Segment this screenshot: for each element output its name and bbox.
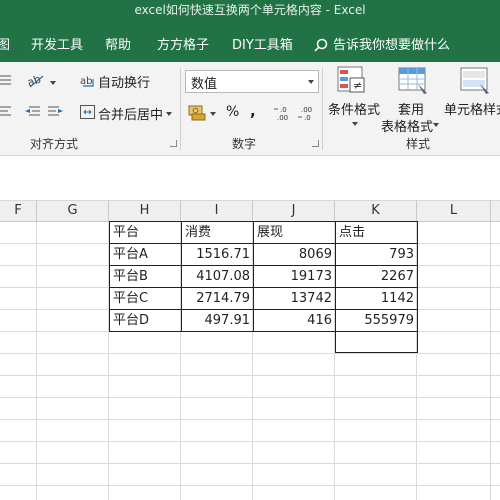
tab-fangfang[interactable]: 方方格子 bbox=[157, 34, 209, 53]
ribbon: ab ab 自动换行 合并后居中 对齐方式 数值 % , .0.00 .00.0… bbox=[0, 62, 500, 156]
table-cell[interactable]: 平台C bbox=[109, 287, 182, 310]
increase-indent-icon[interactable] bbox=[48, 105, 64, 119]
alignment-launcher-icon[interactable] bbox=[170, 140, 177, 147]
tab-help[interactable]: 帮助 bbox=[105, 34, 131, 53]
table-cell[interactable]: 793 bbox=[335, 243, 418, 266]
table-header-cell[interactable]: 平台 bbox=[109, 221, 182, 244]
merge-center-icon[interactable] bbox=[80, 105, 95, 119]
title-bar: excel如何快速互换两个单元格内容 - Excel bbox=[0, 0, 500, 22]
comma-style-button[interactable]: , bbox=[250, 102, 256, 120]
tell-me-search[interactable]: 告诉我你想要做什么 bbox=[314, 34, 450, 53]
svg-text:≠: ≠ bbox=[353, 79, 362, 92]
column-header-l[interactable]: L bbox=[417, 200, 491, 222]
wrap-text-icon[interactable]: ab bbox=[80, 73, 96, 88]
chevron-down-icon bbox=[308, 80, 314, 84]
tab-diy-toolbox[interactable]: DIY工具箱 bbox=[232, 34, 293, 53]
tab-view[interactable]: 图 bbox=[0, 34, 10, 53]
empty-bordered-cell[interactable] bbox=[335, 331, 418, 353]
table-header-cell[interactable]: 消费 bbox=[181, 221, 254, 244]
conditional-formatting-icon[interactable]: ≠ bbox=[337, 66, 369, 96]
table-cell[interactable]: 13742 bbox=[253, 287, 336, 310]
table-cell[interactable]: 平台D bbox=[109, 309, 182, 332]
format-as-table-label-2[interactable]: 表格格式 bbox=[381, 116, 433, 135]
table-cell[interactable]: 555979 bbox=[335, 309, 418, 332]
align-left-icon[interactable] bbox=[0, 105, 12, 119]
number-launcher-icon[interactable] bbox=[312, 140, 319, 147]
column-header-g[interactable]: G bbox=[37, 200, 109, 222]
svg-text:.00: .00 bbox=[277, 114, 288, 121]
group-divider bbox=[322, 68, 323, 150]
conditional-formatting-button[interactable]: 条件格式 bbox=[328, 99, 380, 118]
column-header-j[interactable]: J bbox=[253, 200, 335, 222]
orientation-icon[interactable]: ab bbox=[25, 71, 47, 89]
tab-developer[interactable]: 开发工具 bbox=[31, 34, 83, 53]
window-title: excel如何快速互换两个单元格内容 - Excel bbox=[134, 3, 366, 17]
table-cell[interactable]: 19173 bbox=[253, 265, 336, 288]
merge-dropdown-icon[interactable] bbox=[166, 112, 172, 116]
grid-line bbox=[490, 222, 491, 500]
decrease-decimal-icon[interactable]: .00.0 bbox=[298, 105, 318, 122]
accounting-dropdown-icon[interactable] bbox=[210, 112, 216, 116]
percent-style-button[interactable]: % bbox=[226, 104, 239, 120]
table-header-cell[interactable]: 展现 bbox=[253, 221, 336, 244]
table-header-cell[interactable]: 点击 bbox=[335, 221, 418, 244]
styles-group-label: 样式 bbox=[406, 137, 431, 151]
column-header-k[interactable]: K bbox=[335, 200, 417, 222]
cell-styles-button[interactable]: 单元格样式 bbox=[444, 99, 500, 118]
increase-decimal-icon[interactable]: .0.00 bbox=[274, 105, 294, 122]
decrease-indent-icon[interactable] bbox=[24, 105, 40, 119]
svg-text:.0: .0 bbox=[280, 106, 287, 114]
align-lines-icon[interactable] bbox=[0, 74, 12, 86]
table-cell[interactable]: 2714.79 bbox=[181, 287, 254, 310]
accounting-format-icon[interactable] bbox=[188, 103, 208, 121]
format-as-table-icon[interactable] bbox=[398, 66, 430, 96]
number-format-select[interactable]: 数值 bbox=[185, 70, 319, 93]
table-cell[interactable]: 平台B bbox=[109, 265, 182, 288]
column-header-f[interactable]: F bbox=[0, 200, 37, 222]
table-cell[interactable]: 1516.71 bbox=[181, 243, 254, 266]
grid-line bbox=[36, 222, 37, 500]
chevron-down-icon[interactable] bbox=[352, 122, 358, 126]
svg-text:.00: .00 bbox=[301, 106, 312, 114]
number-format-value: 数值 bbox=[191, 77, 218, 92]
search-icon bbox=[314, 38, 328, 52]
ribbon-tabs: 图 开发工具 帮助 方方格子 DIY工具箱 告诉我你想要做什么 bbox=[0, 22, 500, 62]
table-cell[interactable]: 2267 bbox=[335, 265, 418, 288]
table-cell[interactable]: 497.91 bbox=[181, 309, 254, 332]
table-cell[interactable]: 平台A bbox=[109, 243, 182, 266]
wrap-text-button[interactable]: 自动换行 bbox=[98, 72, 150, 91]
svg-text:ab: ab bbox=[80, 76, 92, 87]
formula-bar-area[interactable] bbox=[0, 157, 500, 199]
table-cell[interactable]: 4107.08 bbox=[181, 265, 254, 288]
column-header-next[interactable] bbox=[491, 200, 500, 222]
cell-styles-icon[interactable] bbox=[460, 66, 492, 96]
number-group-label: 数字 bbox=[232, 137, 257, 151]
tell-me-text: 告诉我你想要做什么 bbox=[333, 38, 451, 53]
column-header-h[interactable]: H bbox=[109, 200, 181, 222]
svg-text:ab: ab bbox=[27, 72, 43, 89]
svg-text:.0: .0 bbox=[304, 114, 311, 121]
alignment-group-label: 对齐方式 bbox=[30, 137, 79, 151]
chevron-down-icon[interactable] bbox=[433, 123, 439, 127]
table-cell[interactable]: 416 bbox=[253, 309, 336, 332]
group-divider bbox=[180, 68, 181, 150]
column-header-i[interactable]: I bbox=[181, 200, 253, 222]
table-cell[interactable]: 8069 bbox=[253, 243, 336, 266]
table-cell[interactable]: 1142 bbox=[335, 287, 418, 310]
chevron-down-icon[interactable] bbox=[50, 81, 56, 85]
merge-center-button[interactable]: 合并后居中 bbox=[98, 104, 163, 123]
